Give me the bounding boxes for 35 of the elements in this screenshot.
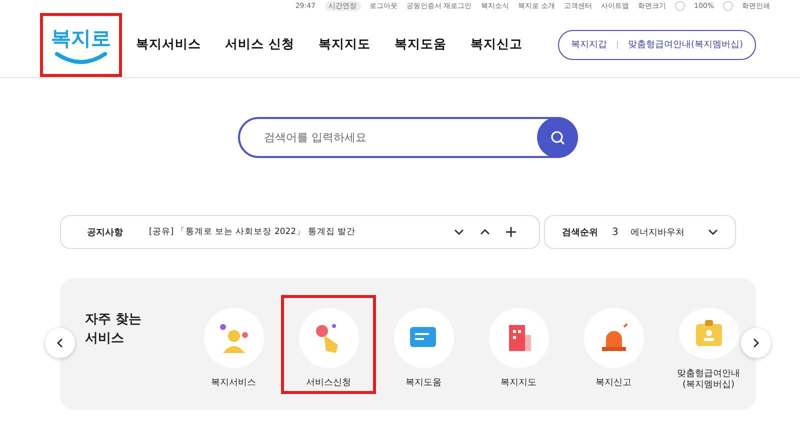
notice-link[interactable]: [공유] 「통계로 보는 사회보장 2022」 통계집 발간	[149, 226, 453, 238]
search-field[interactable]: 검색어를 입력하세요	[238, 117, 578, 158]
service-label: 복지지도	[500, 378, 536, 388]
shortcut-link[interactable]: 복지지갑	[570, 38, 607, 51]
plus-icon	[505, 226, 517, 238]
service-shortcut[interactable]: 복지서비스	[186, 294, 281, 394]
service-label: 서비스신청	[306, 378, 351, 388]
ranking-label: 검색순위	[562, 226, 598, 238]
service-shortcut[interactable]: 맞춤형급여안내 (복지멤버십)	[661, 294, 756, 394]
smile-curve-icon	[54, 52, 108, 64]
search-button[interactable]	[537, 117, 578, 158]
search-input[interactable]: 검색어를 입력하세요	[262, 130, 537, 145]
section-title: 자주 찾는 서비스	[85, 310, 143, 348]
service-shortcut[interactable]: 복지도움	[376, 294, 471, 394]
service-shortcut[interactable]: 서비스신청	[281, 294, 376, 394]
nav-link[interactable]: 복지지도	[318, 36, 370, 53]
service-label: 복지신고	[596, 378, 632, 388]
notice-label: 공지사항	[87, 226, 124, 238]
service-label: 복지서비스	[211, 378, 256, 388]
service-shortcut[interactable]: 복지신고	[566, 294, 661, 394]
more-notice-button[interactable]	[505, 226, 517, 238]
shortcut-link[interactable]: 맞춤형급여안내(복지멤버십)	[628, 38, 743, 51]
next-button[interactable]	[741, 328, 771, 358]
nav-link[interactable]: 복지서비스	[136, 36, 201, 53]
ranking-number: 3	[612, 226, 618, 238]
ranking-term[interactable]: 에너지바우처	[630, 226, 707, 238]
service-shortcut[interactable]: 복지지도	[471, 294, 566, 394]
nav-link[interactable]: 복지도움	[394, 36, 446, 53]
previous-button[interactable]	[45, 328, 75, 358]
service-label: 맞춤형급여안내 (복지멤버십)	[677, 368, 740, 390]
nav-link[interactable]: 복지신고	[470, 36, 522, 53]
search-icon	[550, 130, 566, 146]
logo-text: 복지로	[51, 25, 111, 52]
nav-link[interactable]: 서비스 신청	[225, 36, 294, 53]
service-label: 복지도움	[406, 378, 442, 388]
